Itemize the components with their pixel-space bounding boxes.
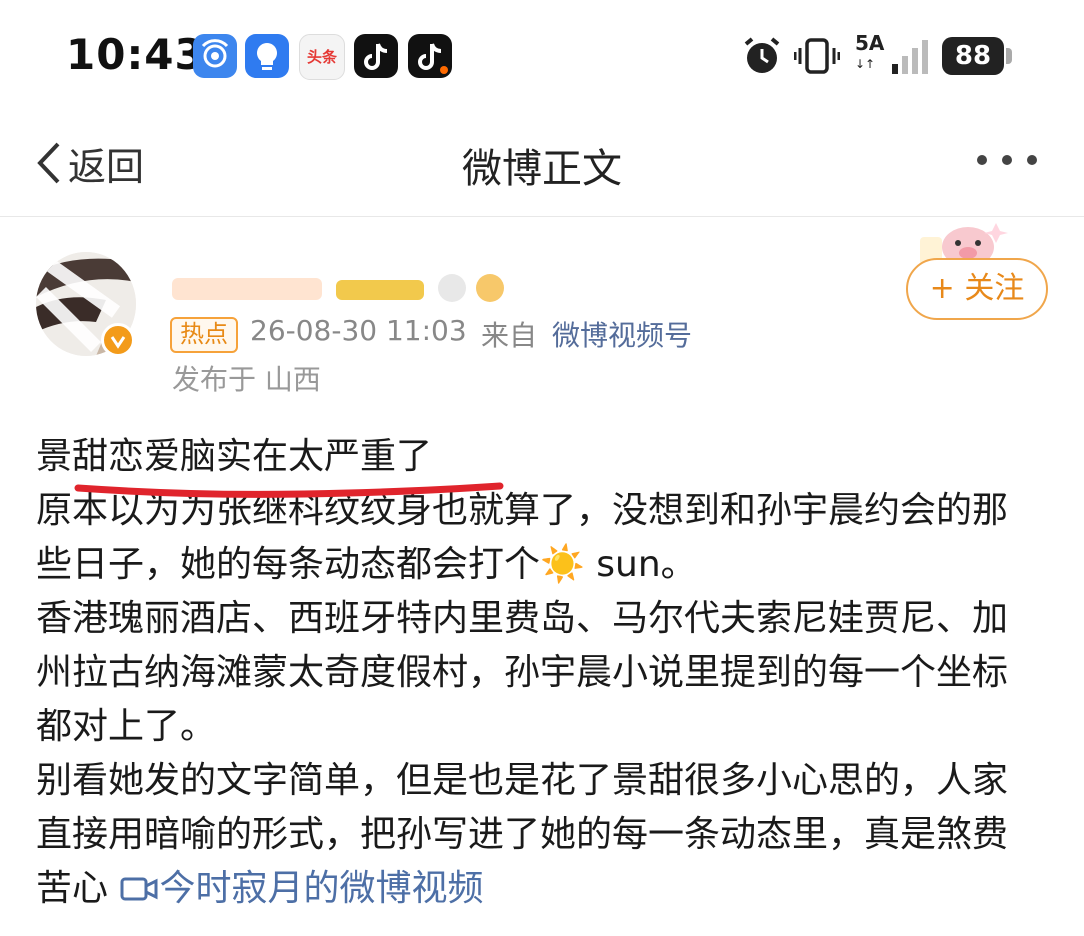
follow-button[interactable]: + 关注 <box>906 258 1048 320</box>
vibrate-icon <box>794 38 840 74</box>
status-time: 10:43 <box>66 30 205 79</box>
post-location: 发布于 山西 <box>172 363 321 396</box>
video-link[interactable]: 今时寂月的微博视频 <box>119 868 483 909</box>
page-title: 微博正文 <box>462 146 622 192</box>
post-source-prefix: 来自 <box>481 319 538 352</box>
battery-icon: 88 <box>942 37 1004 75</box>
bulb-app-icon <box>245 34 289 78</box>
post-time: 26-08-30 11:03 <box>250 314 467 347</box>
navbar: 返回 微博正文 <box>0 112 1084 217</box>
status-bar: 10:43 头条 5A ↓↑ 88 <box>0 0 1084 112</box>
signal-icon <box>892 40 928 74</box>
red-underline-annotation <box>74 482 504 498</box>
tiktok-app-icon <box>354 34 398 78</box>
more-options-icon[interactable] <box>974 152 1040 168</box>
video-camera-icon <box>120 877 158 901</box>
post-paragraph-3: 别看她发的文字简单，但是也是花了景甜很多小心思的，人家直接用暗喻的形式，把孙写进… <box>36 754 1036 916</box>
post-source-link[interactable]: 微博视频号 <box>552 314 692 354</box>
battery-tip <box>1006 48 1012 64</box>
post-paragraph-2: 香港瑰丽酒店、西班牙特内里费岛、马尔代夫索尼娃贾尼、加州拉古纳海滩蒙太奇度假村，… <box>36 598 1009 747</box>
toutiao-label: 头条 <box>306 48 337 66</box>
hotspot-icon <box>193 34 237 78</box>
username-redacted[interactable] <box>172 270 512 304</box>
post-body: 景甜恋爱脑实在太严重了 原本以为为张继科纹纹身也就算了，没想到和孙宇晨约会的那些… <box>36 430 1036 916</box>
video-link-label: 今时寂月的微博视频 <box>159 868 484 909</box>
verified-badge-icon <box>101 323 135 357</box>
tiktok-lite-app-icon <box>408 34 452 78</box>
post-headline: 景甜恋爱脑实在太严重了 <box>36 436 433 477</box>
hot-badge: 热点 <box>170 317 238 353</box>
toutiao-app-icon: 头条 <box>299 34 345 80</box>
alarm-icon <box>744 37 780 73</box>
